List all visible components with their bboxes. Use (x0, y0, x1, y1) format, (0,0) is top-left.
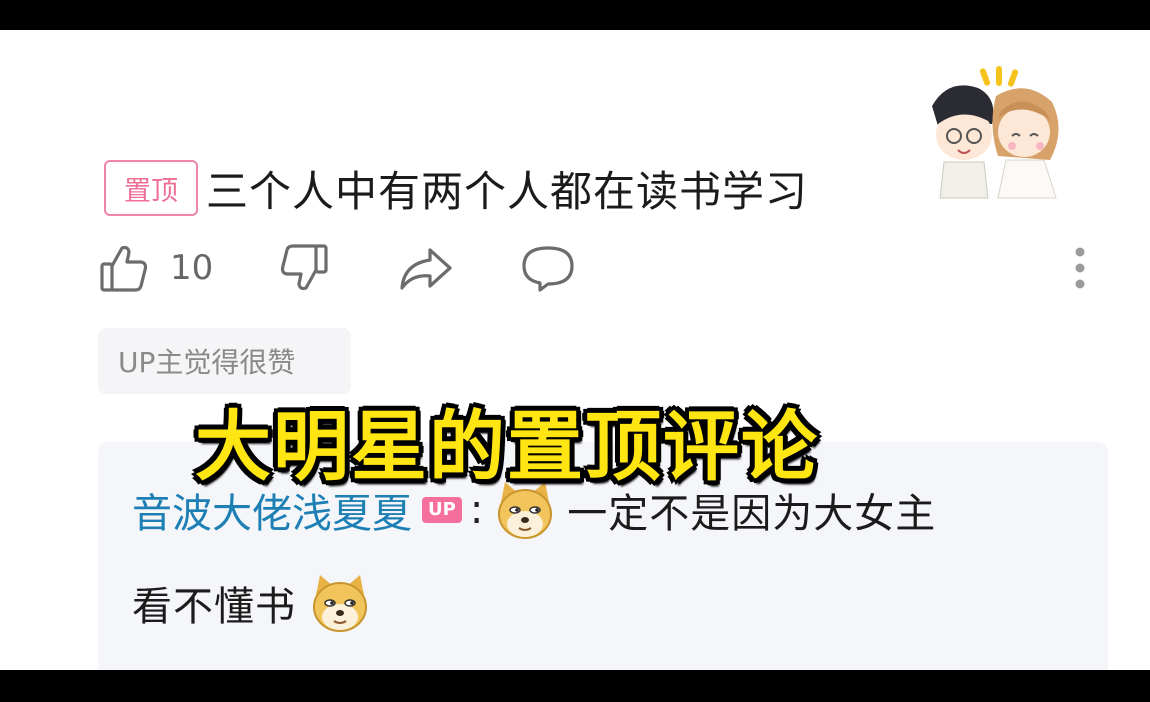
avatar-sticker-icon (932, 66, 1059, 199)
up-badge: UP (422, 497, 462, 523)
video-caption-overlay: 大明星的置顶评论 (195, 402, 819, 491)
reply-text-line-2: 看不懂书 (132, 584, 296, 630)
like-count: 10 (170, 248, 214, 288)
dislike-icon (280, 244, 328, 291)
like-icon (100, 245, 148, 292)
reply-button[interactable] (520, 240, 576, 296)
more-icon (1075, 247, 1085, 289)
comment-screen: 置顶 三个人中有两个人都在读书学习 10 UP主觉得很赞 音波大佬浅夏夏 UP … (0, 30, 1150, 670)
reply-line-2: 看不懂书 (132, 568, 372, 638)
reply-icon (522, 246, 574, 292)
pinned-comment-row: 置顶 三个人中有两个人都在读书学习 (104, 143, 808, 233)
pin-badge: 置顶 (104, 160, 198, 216)
more-options-button[interactable] (1072, 240, 1088, 296)
doge-emoji-icon (313, 575, 367, 632)
comment-text: 三个人中有两个人都在读书学习 (206, 166, 809, 216)
dislike-button[interactable] (278, 240, 330, 296)
share-button[interactable] (398, 240, 454, 296)
share-icon (400, 248, 452, 290)
like-button[interactable]: 10 (98, 240, 213, 296)
comment-action-bar: 10 (98, 240, 1088, 296)
